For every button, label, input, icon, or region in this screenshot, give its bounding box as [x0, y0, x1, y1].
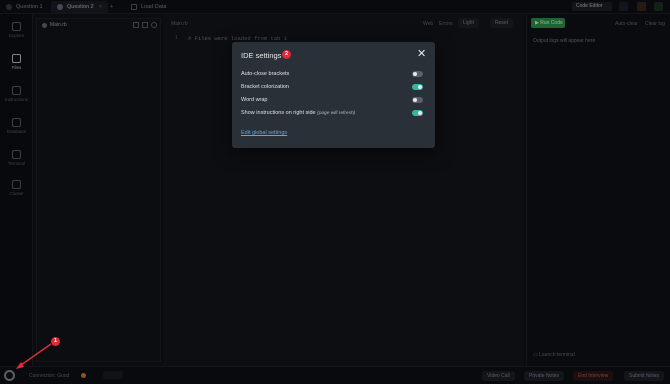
setting-label: Auto-close brackets — [241, 71, 290, 77]
annotation-badge-2: 2 — [282, 50, 291, 59]
setting-show-instructions: Show instructions on right side (page wi… — [241, 110, 355, 116]
setting-label: Show instructions on right side — [241, 110, 316, 116]
setting-label: Bracket colorization — [241, 84, 289, 90]
dialog-title: IDE settings — [241, 51, 282, 60]
annotation-badge-1: 1 — [51, 337, 60, 346]
close-icon[interactable]: ✕ — [417, 49, 426, 60]
auto-close-brackets-toggle[interactable] — [412, 71, 423, 77]
setting-label: Word wrap — [241, 97, 268, 103]
ide-settings-dialog: IDE settings 2 ✕ Auto-close brackets Bra… — [232, 42, 435, 148]
setting-bracket-colorization: Bracket colorization — [241, 84, 289, 90]
edit-global-settings-link[interactable]: Edit global settings — [241, 130, 287, 136]
bracket-colorization-toggle[interactable] — [412, 84, 423, 90]
word-wrap-toggle[interactable] — [412, 97, 423, 103]
setting-auto-close-brackets: Auto-close brackets — [241, 71, 289, 77]
arrow-line — [20, 343, 52, 366]
setting-word-wrap: Word wrap — [241, 97, 268, 103]
setting-hint: (page will refresh) — [317, 111, 356, 116]
show-instructions-toggle[interactable] — [412, 110, 423, 116]
